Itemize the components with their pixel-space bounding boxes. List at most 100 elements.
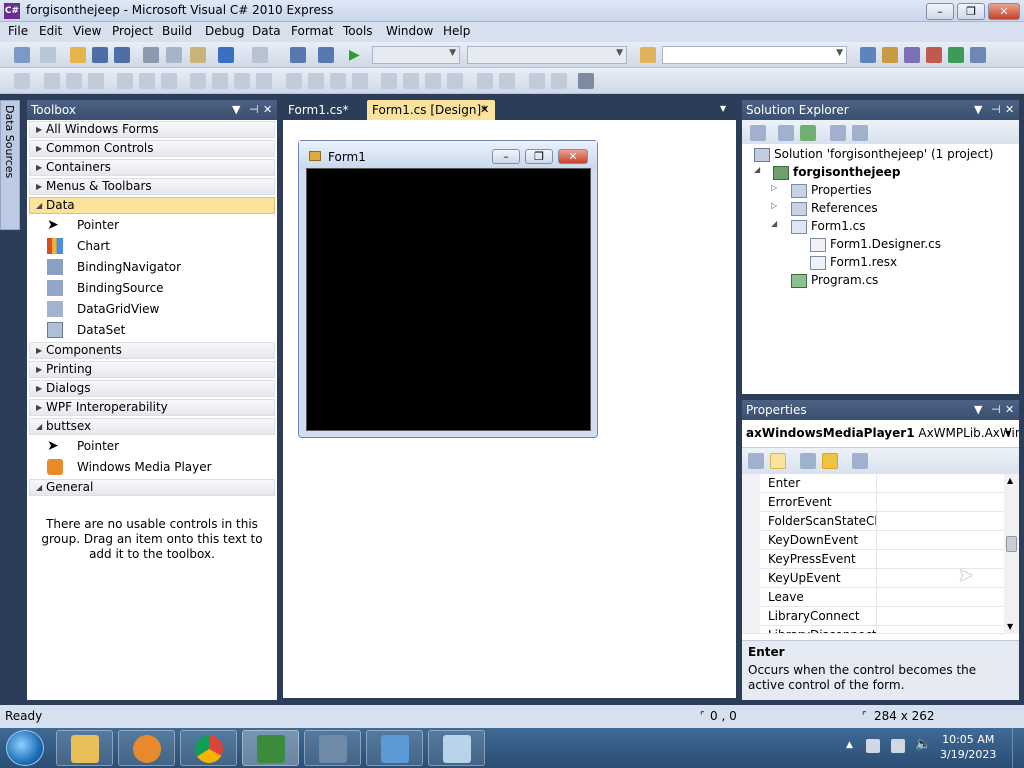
property-row[interactable]: FolderScanStateCha <box>742 512 1004 531</box>
menu-help[interactable]: Help <box>443 24 470 38</box>
maximize-button[interactable]: ❐ <box>957 3 985 20</box>
show-all-files-icon[interactable] <box>778 125 794 141</box>
decrease-vertical-spacing-icon[interactable] <box>425 73 441 89</box>
menu-view[interactable]: View <box>73 24 101 38</box>
scroll-up-icon[interactable]: ▲ <box>1007 476 1013 485</box>
group-all-windows-forms[interactable]: ▶ All Windows Forms <box>29 121 275 138</box>
properties-scrollbar[interactable]: ▲ ▼ <box>1004 474 1019 634</box>
menu-window[interactable]: Window <box>386 24 433 38</box>
group-dialogs[interactable]: ▶ Dialogs <box>29 380 275 397</box>
menu-edit[interactable]: Edit <box>39 24 62 38</box>
menu-debug[interactable]: Debug <box>205 24 244 38</box>
undo-icon[interactable] <box>218 47 234 63</box>
extension-manager-icon[interactable] <box>970 47 986 63</box>
decrease-horizontal-spacing-icon[interactable] <box>330 73 346 89</box>
properties-window-icon[interactable] <box>882 47 898 63</box>
data-sources-tab[interactable]: Data Sources <box>0 100 20 230</box>
tab-form1-design[interactable]: Form1.cs [Design]* ✕ <box>367 100 495 120</box>
pin-icon[interactable]: ⊣ <box>249 100 259 120</box>
align-tops-icon[interactable] <box>117 73 133 89</box>
group-general[interactable]: ◢ General <box>29 479 275 496</box>
find-combo[interactable]: ▼ <box>662 46 847 64</box>
make-same-height-icon[interactable] <box>234 73 250 89</box>
taskbar-explorer[interactable] <box>56 730 113 766</box>
add-item-icon[interactable] <box>40 47 56 63</box>
platform-combo[interactable]: ▼ <box>467 46 627 64</box>
alphabetical-icon[interactable] <box>770 453 786 469</box>
network-icon[interactable] <box>866 739 880 753</box>
start-debugging-icon[interactable]: ▶ <box>349 47 365 63</box>
scroll-down-icon[interactable]: ▼ <box>1007 622 1013 631</box>
tab-dropdown-icon[interactable]: ▼ <box>720 104 726 113</box>
navigate-backward-icon[interactable] <box>290 47 306 63</box>
ax-windows-media-player[interactable] <box>306 168 591 431</box>
taskbar-control-panel[interactable] <box>366 730 423 766</box>
view-designer-icon[interactable] <box>852 125 868 141</box>
taskbar-visual-csharp[interactable] <box>242 730 299 766</box>
events-lightning-icon[interactable] <box>822 453 838 469</box>
refresh-icon[interactable] <box>800 125 816 141</box>
open-file-icon[interactable] <box>70 47 86 63</box>
taskbar-computer[interactable] <box>304 730 361 766</box>
start-button[interactable] <box>6 730 44 766</box>
align-bottoms-icon[interactable] <box>161 73 177 89</box>
close-icon[interactable]: ✕ <box>1005 100 1014 120</box>
vertical-spacing-equal-icon[interactable] <box>381 73 397 89</box>
taskbar-media-player[interactable] <box>118 730 175 766</box>
group-buttsex[interactable]: ◢ buttsex <box>29 418 275 435</box>
properties-view-icon[interactable] <box>800 453 816 469</box>
taskbar-chrome[interactable] <box>180 730 237 766</box>
remove-horizontal-spacing-icon[interactable] <box>352 73 368 89</box>
scroll-thumb[interactable] <box>1006 536 1017 552</box>
group-printing[interactable]: ▶ Printing <box>29 361 275 378</box>
toolbox-icon[interactable] <box>926 47 942 63</box>
solution-explorer-icon[interactable] <box>860 47 876 63</box>
pin-icon[interactable]: ⊣ <box>991 100 1001 120</box>
property-row[interactable]: ErrorEvent <box>742 493 1004 512</box>
object-selector[interactable]: axWindowsMediaPlayer1 AxWMPLib.AxWindo ▼ <box>742 420 1019 448</box>
tab-form1-cs[interactable]: Form1.cs* <box>283 100 365 120</box>
menu-build[interactable]: Build <box>162 24 192 38</box>
minimize-button[interactable]: – <box>926 3 954 20</box>
group-common-controls[interactable]: ▶ Common Controls <box>29 140 275 157</box>
increase-vertical-spacing-icon[interactable] <box>403 73 419 89</box>
categorized-icon[interactable] <box>748 453 764 469</box>
object-browser-icon[interactable] <box>904 47 920 63</box>
configuration-combo[interactable]: ▼ <box>372 46 460 64</box>
make-same-size-icon[interactable] <box>256 73 272 89</box>
find-in-files-icon[interactable] <box>640 47 656 63</box>
group-menus-toolbars[interactable]: ▶ Menus & Toolbars <box>29 178 275 195</box>
action-center-icon[interactable] <box>891 739 905 753</box>
paste-icon[interactable] <box>190 47 206 63</box>
align-to-grid-icon[interactable] <box>14 73 30 89</box>
dropdown-icon[interactable]: ▼ <box>232 100 240 120</box>
send-to-back-icon[interactable] <box>551 73 567 89</box>
clock[interactable]: 10:05 AM 3/19/2023 <box>940 732 996 762</box>
tab-order-icon[interactable] <box>578 73 594 89</box>
tab-close-icon[interactable]: ✕ <box>480 100 489 120</box>
pin-icon[interactable]: ⊣ <box>991 400 1001 420</box>
property-row[interactable]: LibraryConnect <box>742 607 1004 626</box>
increase-horizontal-spacing-icon[interactable] <box>308 73 324 89</box>
align-centers-icon[interactable] <box>66 73 82 89</box>
close-button[interactable]: ✕ <box>988 3 1020 20</box>
copy-icon[interactable] <box>166 47 182 63</box>
horizontal-spacing-equal-icon[interactable] <box>286 73 302 89</box>
cut-icon[interactable] <box>143 47 159 63</box>
menu-data[interactable]: Data <box>252 24 281 38</box>
remove-vertical-spacing-icon[interactable] <box>447 73 463 89</box>
taskbar-notepad[interactable] <box>428 730 485 766</box>
size-to-grid-icon[interactable] <box>212 73 228 89</box>
dropdown-icon[interactable]: ▼ <box>974 100 982 120</box>
new-project-icon[interactable] <box>14 47 30 63</box>
group-wpf-interoperability[interactable]: ▶ WPF Interoperability <box>29 399 275 416</box>
start-page-icon[interactable] <box>948 47 964 63</box>
make-same-width-icon[interactable] <box>190 73 206 89</box>
align-lefts-icon[interactable] <box>44 73 60 89</box>
property-pages-icon[interactable] <box>852 453 868 469</box>
show-hidden-icons-icon[interactable]: ▲ <box>846 740 853 750</box>
close-icon[interactable]: ✕ <box>1005 400 1014 420</box>
menu-project[interactable]: Project <box>112 24 153 38</box>
save-icon[interactable] <box>92 47 108 63</box>
center-vertically-icon[interactable] <box>499 73 515 89</box>
